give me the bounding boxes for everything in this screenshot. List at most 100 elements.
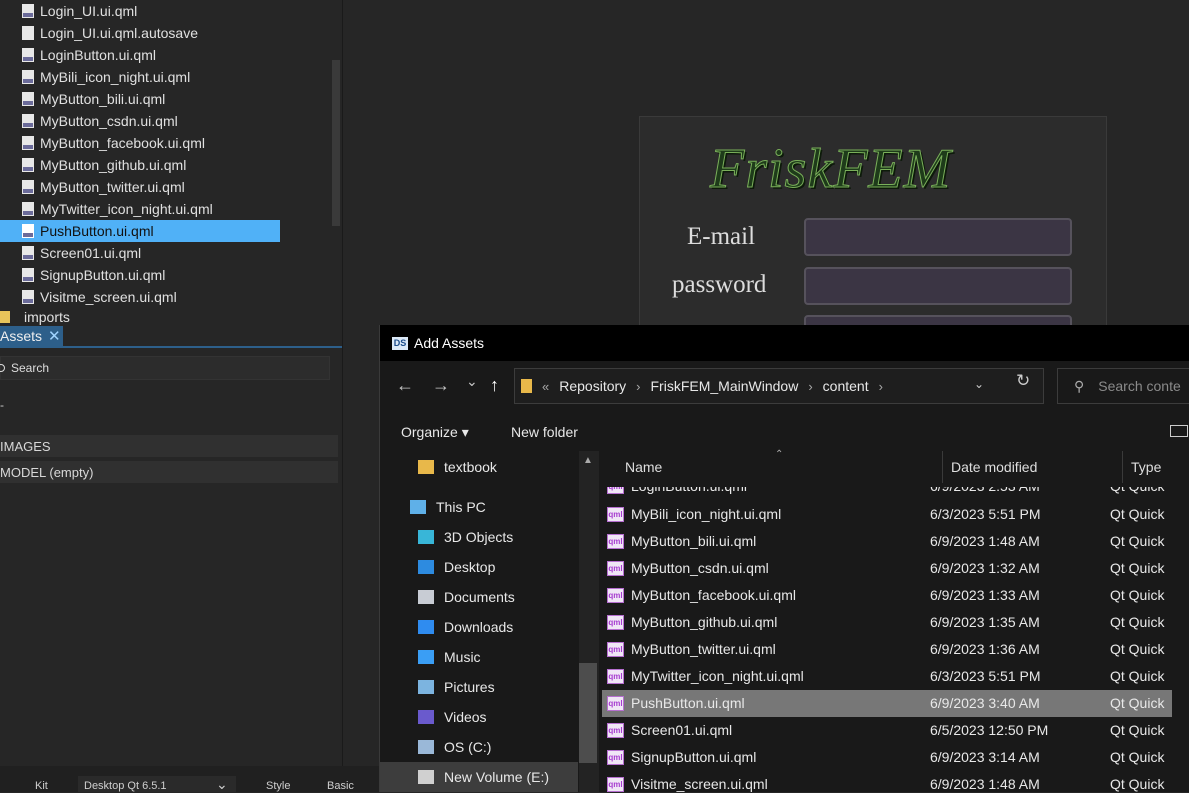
file-row[interactable]: qml SignupButton.ui.qml 6/9/2023 3:14 AM Qt… (602, 744, 1172, 771)
tree-file-item[interactable]: Login_UI.ui.qml.autosave (0, 22, 198, 44)
tree-file-item[interactable]: PushButton.ui.qml (0, 220, 280, 242)
breadcrumb-content[interactable]: content (823, 378, 869, 394)
file-date-modified: 6/9/2023 1:48 AM (930, 776, 1040, 792)
nav-item-label: New Volume (E:) (444, 769, 550, 785)
tree-file-item[interactable]: Screen01.ui.qml (0, 242, 141, 264)
file-row[interactable]: qml Screen01.ui.qml 6/5/2023 12:50 PM Qt Qu… (602, 717, 1172, 744)
breadcrumb-separator[interactable]: › (879, 379, 883, 394)
new-folder-button[interactable]: New folder (511, 424, 578, 440)
view-options-icon[interactable] (1170, 425, 1188, 437)
style-value[interactable]: Basic (327, 780, 354, 792)
email-field[interactable] (804, 218, 1072, 256)
column-header-date[interactable]: Date modified (951, 459, 1037, 475)
file-date-modified: 6/9/2023 1:48 AM (930, 533, 1040, 549)
nav-item-documents[interactable]: Documents (418, 582, 515, 612)
assets-category-label: IMAGES (0, 438, 51, 454)
assets-category-images[interactable]: IMAGES (0, 435, 338, 457)
back-arrow-icon[interactable]: ← (396, 375, 414, 396)
design-canvas[interactable]: FriskFEM E-mail password (343, 0, 1189, 353)
folder-icon (0, 311, 10, 323)
music-icon (418, 650, 434, 664)
file-row[interactable]: qml LoginButton.ui.qml 6/9/2023 2:53 AM Qt … (602, 487, 1172, 501)
qml-file-icon: qml (607, 696, 624, 711)
forward-arrow-icon[interactable]: → (432, 375, 450, 396)
organize-button[interactable]: Organize ▾ (401, 424, 469, 441)
tree-file-item[interactable]: MyButton_bili.ui.qml (0, 88, 165, 110)
breadcrumb-separator[interactable]: › (636, 379, 640, 394)
file-row[interactable]: qml MyButton_github.ui.qml 6/9/2023 1:35 A… (602, 609, 1172, 636)
nav-item-os-c[interactable]: OS (C:) (418, 732, 491, 762)
breadcrumb-repository[interactable]: Repository (559, 378, 626, 394)
address-bar[interactable]: « Repository › FriskFEM_MainWindow › con… (514, 368, 1044, 404)
assets-category-model[interactable]: MODEL (empty) (0, 461, 338, 483)
recent-locations-icon[interactable]: ⌄ (466, 373, 478, 390)
file-row[interactable]: qml MyButton_twitter.ui.qml 6/9/2023 1:36 … (602, 636, 1172, 663)
navigation-pane: textbook This PC 3D Objects Desktop Document… (380, 451, 599, 792)
tree-file-item[interactable]: MyButton_csdn.ui.qml (0, 110, 178, 132)
dialog-titlebar[interactable]: DS Add Assets (380, 325, 1189, 361)
nav-item-textbook[interactable]: textbook (418, 452, 497, 482)
nav-item-desktop[interactable]: Desktop (418, 552, 495, 582)
file-row[interactable]: qml MyButton_bili.ui.qml 6/9/2023 1:48 AM Q… (602, 528, 1172, 555)
tree-folder-label: imports (24, 309, 70, 325)
assets-search-input[interactable]: Search (0, 356, 330, 380)
file-row[interactable]: qml MyBili_icon_night.ui.qml 6/3/2023 5:51… (602, 501, 1172, 528)
assets-search-placeholder: Search (11, 361, 50, 375)
desktop-icon (418, 560, 434, 574)
column-header-type[interactable]: Type (1131, 459, 1161, 475)
tree-file-item[interactable]: MyButton_github.ui.qml (0, 154, 186, 176)
file-row[interactable]: qml MyButton_csdn.ui.qml 6/9/2023 1:32 AM Q… (602, 555, 1172, 582)
file-date-modified: 6/9/2023 3:40 AM (930, 695, 1040, 711)
nav-scrollbar-thumb[interactable] (579, 663, 597, 763)
tree-file-item[interactable]: Visitme_screen.ui.qml (0, 286, 177, 308)
tree-file-item[interactable]: LoginButton.ui.qml (0, 44, 156, 66)
column-divider[interactable] (1122, 451, 1123, 483)
tree-file-item[interactable]: MyButton_twitter.ui.qml (0, 176, 185, 198)
tree-file-item[interactable]: MyButton_facebook.ui.qml (0, 132, 205, 154)
qml-file-icon: qml (607, 588, 624, 603)
scroll-up-icon[interactable]: ▲ (583, 455, 593, 466)
chevron-down-icon[interactable]: ⌄ (974, 377, 984, 391)
file-row[interactable]: qml Visitme_screen.ui.qml 6/9/2023 1:48 AM… (602, 771, 1172, 792)
password-field[interactable] (804, 267, 1072, 305)
tree-file-label: SignupButton.ui.qml (40, 267, 166, 283)
column-divider[interactable] (942, 451, 943, 483)
breadcrumb-overflow[interactable]: « (542, 379, 549, 394)
nav-item-music[interactable]: Music (418, 642, 481, 672)
tab-assets[interactable]: Assets ✕ (0, 326, 63, 346)
file-row[interactable]: qml PushButton.ui.qml 6/9/2023 3:40 AM Qt Q… (602, 690, 1172, 717)
tree-file-item[interactable]: SignupButton.ui.qml (0, 264, 165, 286)
qml-file-icon: qml (607, 777, 624, 792)
tree-file-item[interactable]: Login_UI.ui.qml (0, 0, 137, 22)
nav-item-this-pc[interactable]: This PC (410, 492, 486, 522)
file-row[interactable]: qml MyTwitter_icon_night.ui.qml 6/3/2023 5… (602, 663, 1172, 690)
file-date-modified: 6/9/2023 1:32 AM (930, 560, 1040, 576)
column-header-name[interactable]: Name (625, 459, 662, 475)
login-form-preview[interactable]: FriskFEM E-mail password (639, 116, 1107, 353)
up-arrow-icon[interactable]: ↑ (490, 375, 499, 396)
file-name: MyTwitter_icon_night.ui.qml (631, 668, 804, 684)
nav-item-new-volume-e[interactable]: New Volume (E:) (380, 762, 578, 792)
breadcrumb-separator[interactable]: › (808, 379, 812, 394)
tree-file-item[interactable]: MyBili_icon_night.ui.qml (0, 66, 190, 88)
refresh-icon[interactable]: ↻ (1016, 371, 1030, 391)
search-input[interactable]: ⚲ Search conte (1057, 368, 1189, 404)
tree-file-item[interactable]: MyTwitter_icon_night.ui.qml (0, 198, 213, 220)
file-name: Visitme_screen.ui.qml (631, 776, 768, 792)
qml-file-icon (22, 180, 34, 194)
tree-file-label: PushButton.ui.qml (40, 223, 154, 239)
tree-file-label: LoginButton.ui.qml (40, 47, 156, 63)
assets-category-label: MODEL (empty) (0, 464, 94, 480)
nav-item-pictures[interactable]: Pictures (418, 672, 495, 702)
file-type: Qt Quick (1110, 722, 1165, 738)
tree-folder-imports[interactable]: imports (0, 306, 70, 326)
qml-file-icon: qml (607, 487, 624, 494)
nav-item-videos[interactable]: Videos (418, 702, 487, 732)
nav-item-downloads[interactable]: Downloads (418, 612, 513, 642)
videos-icon (418, 710, 434, 724)
nav-item-3d-objects[interactable]: 3D Objects (418, 522, 513, 552)
close-icon[interactable]: ✕ (48, 327, 61, 345)
breadcrumb-friskfem-mainwindow[interactable]: FriskFEM_MainWindow (651, 378, 799, 394)
file-row[interactable]: qml MyButton_facebook.ui.qml 6/9/2023 1:33… (602, 582, 1172, 609)
tree-scrollbar[interactable] (332, 60, 340, 226)
